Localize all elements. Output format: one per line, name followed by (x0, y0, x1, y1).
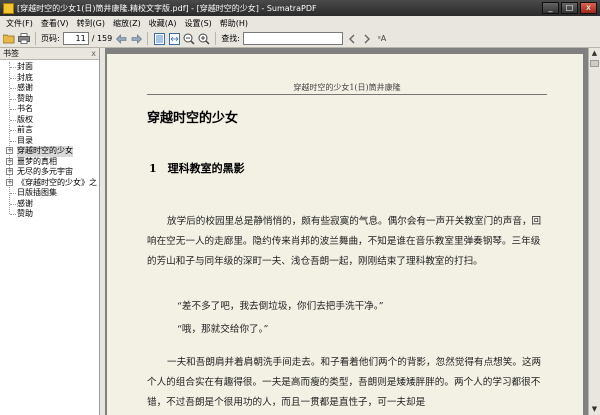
paragraph: “差不多了吧，我去倒垃圾，你们去把手洗干净。” (177, 301, 384, 312)
sidebar-title: 书签 (3, 49, 19, 58)
bookmark-item[interactable]: 感谢 (0, 199, 99, 210)
bookmarks-sidebar: 书签 x 封面 封底 感谢 赞助 书名 版权 前言 目录 + 穿越时空的少女 + 噩… (0, 48, 100, 415)
bookmark-item[interactable]: 赞助 (0, 209, 99, 220)
minimize-button[interactable]: _ (542, 2, 559, 14)
bookmark-item[interactable]: 版权 (0, 115, 99, 126)
bookmark-item[interactable]: + 《穿越时空的少女》之 (0, 178, 99, 189)
sidebar-close-icon[interactable]: x (91, 49, 96, 58)
expand-icon[interactable]: + (6, 168, 13, 175)
page-label: 页码: (41, 34, 60, 43)
app-icon (3, 2, 14, 14)
menu-settings[interactable]: 设置(S) (180, 18, 215, 29)
search-input[interactable] (242, 32, 343, 45)
find-next-icon[interactable] (361, 33, 373, 45)
menu-bar: 文件(F) 查看(V) 转到(G) 缩放(Z) 收藏(A) 设置(S) 帮助(H… (0, 16, 600, 30)
bookmark-item[interactable]: 封面 (0, 62, 99, 73)
paragraph: 放学后的校园里总是静悄悄的，颇有些寂寞的气息。偶尔会有一声开关教室门的声音，回响… (147, 216, 542, 267)
print-icon[interactable] (18, 33, 30, 45)
title-bar: [穿越时空的少女1(日)筒井康隆.精校文字版.pdf] - [穿越时空的少女] … (0, 0, 600, 16)
fit-width-icon[interactable] (168, 32, 180, 45)
match-case-icon[interactable]: ᵃA (376, 33, 388, 45)
previous-page-icon[interactable] (115, 33, 127, 45)
book-title: 穿越时空的少女 (147, 111, 239, 126)
bookmark-item[interactable]: 封底 (0, 73, 99, 84)
expand-icon[interactable]: + (6, 178, 13, 186)
header-rule (147, 94, 547, 95)
document-canvas[interactable]: 穿越时空的少女1(日)筒井康隆 穿越时空的少女 1 理科教室的黑影 放学后的校园… (105, 48, 588, 415)
fit-page-icon[interactable] (153, 32, 165, 45)
menu-zoom[interactable]: 缩放(Z) (109, 18, 145, 29)
next-page-icon[interactable] (130, 33, 142, 45)
running-header: 穿越时空的少女1(日)筒井康隆 (293, 83, 401, 92)
bookmark-item[interactable]: 书名 (0, 104, 99, 115)
bookmark-item[interactable]: + 无尽的多元宇宙 (0, 167, 99, 178)
toolbar-separator (35, 32, 36, 45)
bookmark-item-selected[interactable]: + 穿越时空的少女 (0, 146, 99, 157)
expand-icon[interactable]: + (6, 157, 13, 165)
page-total: / 159 (91, 34, 113, 43)
find-previous-icon[interactable] (346, 33, 358, 45)
toolbar-separator (215, 32, 217, 45)
find-label: 查找: (221, 34, 240, 43)
close-button[interactable]: x (580, 2, 597, 14)
bookmark-tree: 封面 封底 感谢 赞助 书名 版权 前言 目录 + 穿越时空的少女 + 噩梦的真相 … (0, 60, 99, 220)
expand-icon[interactable]: + (6, 147, 13, 154)
menu-goto[interactable]: 转到(G) (73, 18, 109, 29)
bookmark-item[interactable]: 前言 (0, 125, 99, 136)
paragraph: 一夫和吾朗肩并着肩朝洗手间走去。和子看着他们两个的背影，忽然觉得有点想笑。这两个… (147, 357, 542, 408)
scroll-up-icon[interactable]: ▲ (589, 48, 600, 59)
menu-favorites[interactable]: 收藏(A) (145, 18, 181, 29)
scrollbar-thumb[interactable] (590, 60, 599, 67)
open-folder-icon[interactable] (3, 33, 15, 45)
menu-file[interactable]: 文件(F) (2, 18, 37, 29)
toolbar: 页码: 11 / 159 查找: ᵃA (0, 30, 600, 48)
maximize-button[interactable]: □ (561, 2, 578, 14)
page-number-input[interactable]: 11 (62, 32, 89, 45)
toolbar-separator (147, 32, 149, 45)
bookmark-item[interactable]: 赞助 (0, 94, 99, 105)
bookmark-item[interactable]: + 噩梦的真相 (0, 157, 99, 168)
menu-view[interactable]: 查看(V) (37, 18, 73, 29)
zoom-in-icon[interactable] (198, 33, 210, 45)
bookmark-item[interactable]: 目录 (0, 136, 99, 147)
bookmark-item[interactable]: 日版插图集 (0, 188, 99, 199)
paragraph: “哦，那就交给你了。” (177, 324, 269, 335)
window-controls: _ □ x (542, 2, 597, 14)
scroll-down-icon[interactable]: ▼ (589, 404, 600, 415)
pdf-page: 穿越时空的少女1(日)筒井康隆 穿越时空的少女 1 理科教室的黑影 放学后的校园… (107, 54, 583, 415)
zoom-out-icon[interactable] (183, 33, 195, 45)
menu-help[interactable]: 帮助(H) (216, 18, 252, 29)
chapter-title: 1 理科教室的黑影 (149, 162, 245, 175)
vertical-scrollbar[interactable]: ▲ ▼ (588, 48, 600, 415)
sidebar-header: 书签 x (0, 48, 99, 60)
window-title: [穿越时空的少女1(日)筒井康隆.精校文字版.pdf] - [穿越时空的少女] … (17, 3, 317, 13)
bookmark-item[interactable]: 感谢 (0, 83, 99, 94)
